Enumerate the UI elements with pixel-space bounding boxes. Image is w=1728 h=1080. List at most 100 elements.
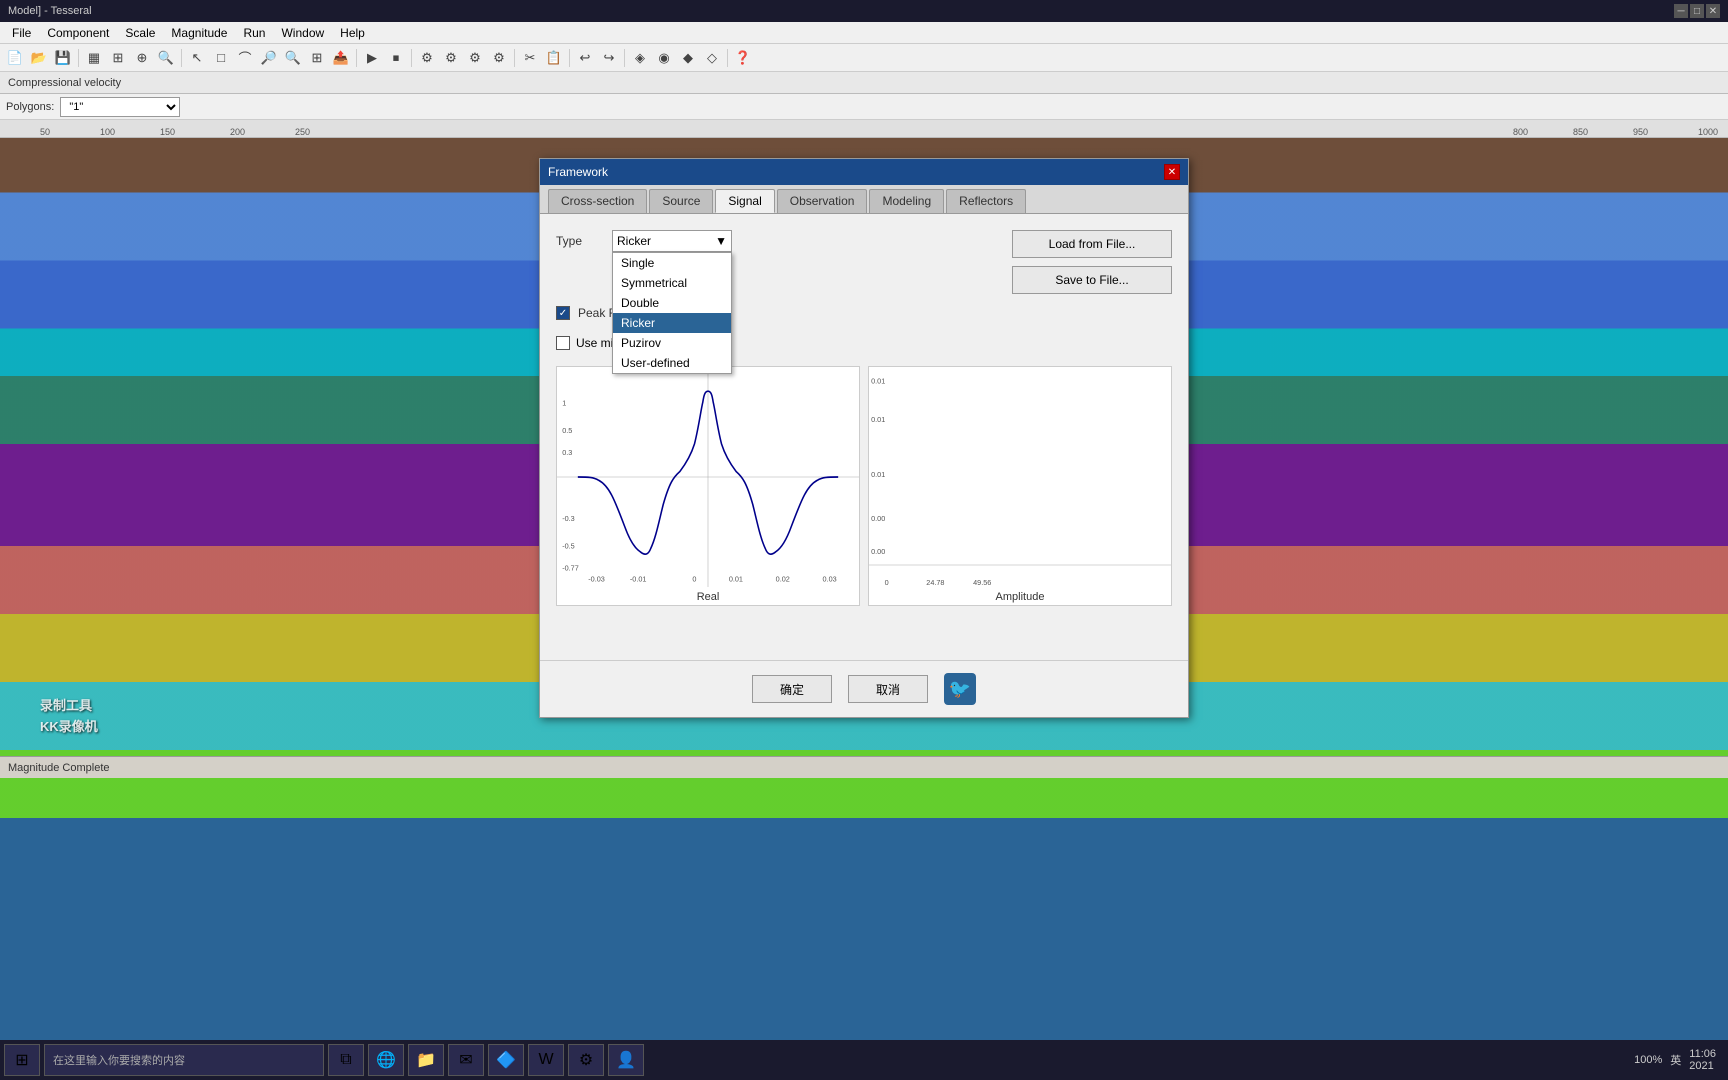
minimize-button[interactable]: ─ — [1674, 4, 1688, 18]
tab-cross-section[interactable]: Cross-section — [548, 189, 647, 213]
toolbar-zoom-out[interactable]: 🔍 — [282, 47, 304, 69]
menu-bar: File Component Scale Magnitude Run Windo… — [0, 22, 1728, 44]
svg-text:0.01: 0.01 — [871, 376, 885, 385]
svg-text:24.78: 24.78 — [926, 578, 944, 587]
dropdown-arrow-icon: ▼ — [715, 234, 727, 248]
toolbar-cursor[interactable]: ↖ — [186, 47, 208, 69]
real-chart-inner: 1 0.5 0.3 -0.3 -0.5 -0.77 -0.03 -0.01 0 — [557, 367, 859, 587]
main-area: 录制工具 KK录像机 Framework ✕ Cross-section Sou… — [0, 138, 1728, 818]
framework-dialog: Framework ✕ Cross-section Source Signal … — [539, 158, 1189, 718]
save-to-file-button[interactable]: Save to File... — [1012, 266, 1172, 294]
start-button[interactable]: ⊞ — [4, 1044, 40, 1076]
tab-reflectors[interactable]: Reflectors — [946, 189, 1026, 213]
dialog-close-button[interactable]: ✕ — [1164, 164, 1180, 180]
load-from-file-button[interactable]: Load from File... — [1012, 230, 1172, 258]
svg-text:0: 0 — [885, 578, 889, 587]
toolbar-export[interactable]: 📤 — [330, 47, 352, 69]
real-chart: 1 0.5 0.3 -0.3 -0.5 -0.77 -0.03 -0.01 0 — [556, 366, 860, 606]
menu-scale[interactable]: Scale — [117, 24, 163, 42]
toolbar-rect[interactable]: □ — [210, 47, 232, 69]
taskbar-app1[interactable]: 🔷 — [488, 1044, 524, 1076]
svg-text:0.03: 0.03 — [823, 574, 837, 583]
dialog-title-text: Framework — [548, 165, 1164, 179]
taskbar-task-view[interactable]: ⧉ — [328, 1044, 364, 1076]
dialog-title-bar: Framework ✕ — [540, 159, 1188, 185]
amplitude-chart: 0.01 0.01 0.01 0.00 0.00 0 24.78 49.56 7… — [868, 366, 1172, 606]
option-user-defined[interactable]: User-defined — [613, 353, 731, 373]
toolbar-settings4[interactable]: ⚙ — [488, 47, 510, 69]
toolbar-settings3[interactable]: ⚙ — [464, 47, 486, 69]
taskbar-right: 100% 英 11:062021 — [1634, 1048, 1724, 1072]
minimal-phase-checkbox[interactable] — [556, 336, 570, 350]
dialog-tabs: Cross-section Source Signal Observation … — [540, 185, 1188, 214]
checkbox-check-icon: ✓ — [559, 308, 567, 319]
help-icon[interactable]: 🐦 — [944, 673, 976, 705]
polygon-bar: Polygons: "1" — [0, 94, 1728, 120]
toolbar-undo[interactable]: ↩ — [574, 47, 596, 69]
toolbar: 📄 📂 💾 ▦ ⊞ ⊕ 🔍 ↖ □ ⌒ 🔎 🔍 ⊞ 📤 ▶ ⏹ ⚙ ⚙ ⚙ ⚙ … — [0, 44, 1728, 72]
toolbar-open[interactable]: 📂 — [28, 47, 50, 69]
toolbar-tool4[interactable]: ◇ — [701, 47, 723, 69]
toolbar-curve[interactable]: ⌒ — [234, 47, 256, 69]
taskbar-mail[interactable]: ✉ — [448, 1044, 484, 1076]
toolbar-stop[interactable]: ⏹ — [385, 47, 407, 69]
taskbar-app3[interactable]: ⚙ — [568, 1044, 604, 1076]
polygon-select[interactable]: "1" — [60, 97, 180, 117]
toolbar-new[interactable]: 📄 — [4, 47, 26, 69]
toolbar-layer[interactable]: ⊞ — [107, 47, 129, 69]
taskbar-explorer[interactable]: 📁 — [408, 1044, 444, 1076]
toolbar-settings2[interactable]: ⚙ — [440, 47, 462, 69]
menu-magnitude[interactable]: Magnitude — [163, 24, 235, 42]
dropdown-popup: Single Symmetrical Double Ricker Puzirov… — [612, 252, 732, 374]
toolbar-help[interactable]: ❓ — [732, 47, 754, 69]
toolbar-grid[interactable]: ▦ — [83, 47, 105, 69]
svg-text:0.02: 0.02 — [776, 574, 790, 583]
svg-text:-0.5: -0.5 — [562, 541, 575, 550]
svg-text:0: 0 — [692, 574, 696, 583]
peak-freq-checkbox[interactable]: ✓ — [556, 306, 570, 320]
tab-modeling[interactable]: Modeling — [869, 189, 944, 213]
dropdown-value: Ricker — [617, 234, 651, 248]
toolbar-tool1[interactable]: ◈ — [629, 47, 651, 69]
svg-text:0.5: 0.5 — [562, 426, 572, 435]
menu-component[interactable]: Component — [39, 24, 117, 42]
menu-file[interactable]: File — [4, 24, 39, 42]
close-button[interactable]: ✕ — [1706, 4, 1720, 18]
cancel-button[interactable]: 取消 — [848, 675, 928, 703]
ok-button[interactable]: 确定 — [752, 675, 832, 703]
toolbar-redo[interactable]: ↪ — [598, 47, 620, 69]
taskbar-edge[interactable]: 🌐 — [368, 1044, 404, 1076]
option-ricker[interactable]: Ricker — [613, 313, 731, 333]
maximize-button[interactable]: □ — [1690, 4, 1704, 18]
option-symmetrical[interactable]: Symmetrical — [613, 273, 731, 293]
toolbar-settings1[interactable]: ⚙ — [416, 47, 438, 69]
toolbar-cut[interactable]: ✂ — [519, 47, 541, 69]
toolbar-save[interactable]: 💾 — [52, 47, 74, 69]
option-single[interactable]: Single — [613, 253, 731, 273]
toolbar-zoom-fit[interactable]: ⊞ — [306, 47, 328, 69]
menu-run[interactable]: Run — [235, 24, 273, 42]
toolbar-play[interactable]: ▶ — [361, 47, 383, 69]
taskbar-app4[interactable]: 👤 — [608, 1044, 644, 1076]
menu-help[interactable]: Help — [332, 24, 373, 42]
taskbar-time: 11:062021 — [1689, 1048, 1716, 1072]
tab-signal[interactable]: Signal — [715, 189, 774, 213]
option-double[interactable]: Double — [613, 293, 731, 313]
taskbar-app2[interactable]: W — [528, 1044, 564, 1076]
toolbar-select[interactable]: ⊕ — [131, 47, 153, 69]
svg-text:0.01: 0.01 — [729, 574, 743, 583]
tab-source[interactable]: Source — [649, 189, 713, 213]
toolbar-tool2[interactable]: ◉ — [653, 47, 675, 69]
toolbar-tool3[interactable]: ◆ — [677, 47, 699, 69]
type-dropdown[interactable]: Ricker ▼ — [612, 230, 732, 252]
svg-text:1: 1 — [562, 398, 566, 407]
type-dropdown-container: Ricker ▼ Single Symmetrical Double Ricke… — [612, 230, 732, 252]
tab-observation[interactable]: Observation — [777, 189, 868, 213]
search-bar[interactable]: 在这里输入你要搜索的内容 — [44, 1044, 324, 1076]
option-puzirov[interactable]: Puzirov — [613, 333, 731, 353]
menu-window[interactable]: Window — [273, 24, 332, 42]
toolbar-search[interactable]: 🔍 — [155, 47, 177, 69]
svg-text:0.01: 0.01 — [871, 415, 885, 424]
toolbar-copy[interactable]: 📋 — [543, 47, 565, 69]
toolbar-zoom-in[interactable]: 🔎 — [258, 47, 280, 69]
